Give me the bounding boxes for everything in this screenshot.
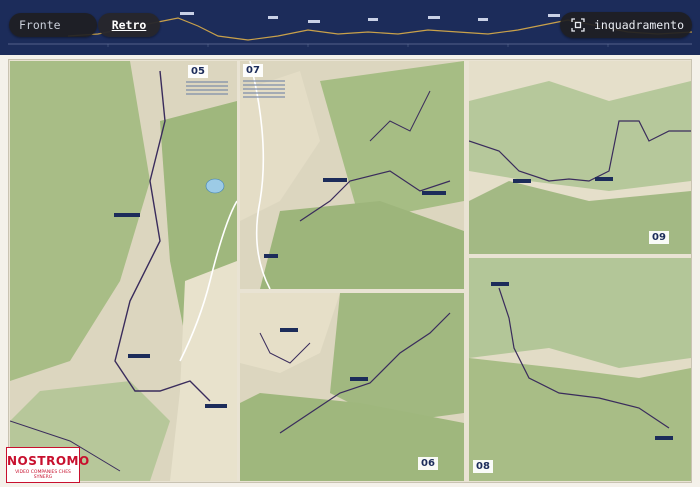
frame-button-label: inquadramento	[594, 18, 685, 32]
map-tile-08[interactable]: 08	[469, 258, 691, 481]
legend	[243, 78, 285, 100]
nostromo-logo: NOSTROMO VIDEO COMPANIES CHES SYNERG	[6, 447, 90, 483]
map-tile-label: 07	[243, 64, 263, 77]
map-tile-label: 09	[649, 231, 669, 244]
map-tile-09[interactable]: 09	[469, 61, 691, 254]
nostromo-logo-text: NOSTROMO	[7, 454, 90, 468]
map-tile-label: 05	[188, 65, 208, 78]
frame-button[interactable]: inquadramento	[560, 12, 692, 38]
map-tile-07[interactable]: 07	[240, 61, 464, 289]
map-tile-label: 06	[418, 457, 438, 470]
nostromo-logo-subtitle: VIDEO COMPANIES CHES SYNERG	[15, 470, 71, 480]
frame-icon	[570, 17, 586, 33]
map-tile-06[interactable]: 06	[240, 293, 464, 481]
tab-front[interactable]: Fronte	[9, 13, 97, 37]
map-tile-05[interactable]: 05	[10, 61, 237, 481]
tab-back[interactable]: Retro	[98, 13, 160, 37]
map-tile-label: 08	[473, 460, 493, 473]
map-sheet[interactable]: 05 07 09 06 08	[8, 59, 692, 483]
tab-back-label: Retro	[111, 18, 147, 32]
tab-front-label: Fronte	[19, 18, 61, 32]
legend	[186, 79, 228, 97]
